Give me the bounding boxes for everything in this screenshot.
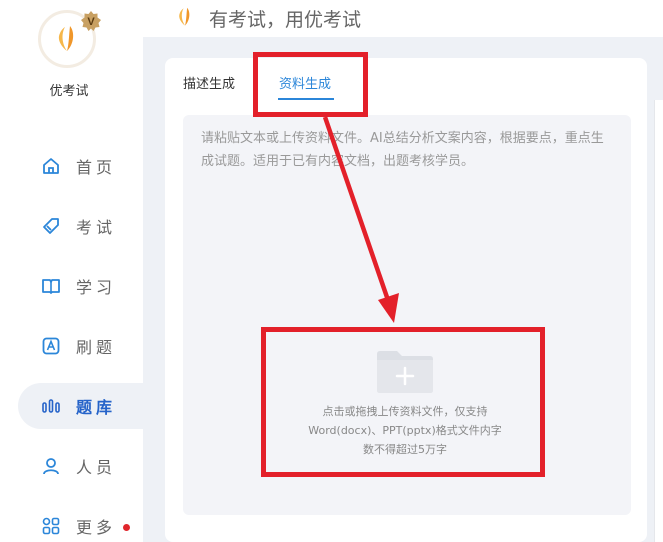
vip-badge-icon: V bbox=[80, 10, 102, 32]
notification-dot bbox=[123, 524, 130, 531]
grid-icon bbox=[40, 515, 62, 537]
sidebar-item-label: 考试 bbox=[76, 218, 117, 237]
annotation-box-upload bbox=[261, 327, 545, 477]
sidebar-item-label: 题库 bbox=[76, 398, 117, 417]
username: 优考试 bbox=[49, 84, 89, 99]
header-title: 有考试，用优考试 bbox=[209, 9, 362, 31]
sidebar: V 优考试 首页 考试 学习 刷题 题库 人员 更多 bbox=[0, 0, 143, 542]
home-icon bbox=[40, 155, 62, 177]
right-panel-edge bbox=[654, 100, 663, 542]
letter-a-icon bbox=[40, 335, 62, 357]
annotation-box-tab bbox=[253, 52, 368, 117]
sidebar-item-study[interactable]: 学习 bbox=[18, 263, 143, 309]
header: 有考试，用优考试 bbox=[143, 0, 663, 37]
svg-text:V: V bbox=[87, 16, 95, 28]
sidebar-item-label: 人员 bbox=[76, 458, 117, 477]
avatar[interactable]: V bbox=[38, 10, 101, 70]
tag-icon bbox=[40, 215, 62, 237]
book-icon bbox=[40, 275, 62, 297]
content-input-placeholder: 请粘贴文本或上传资料文件。AI总结分析文案内容，根据要点，重点生成试题。适用于已… bbox=[201, 131, 604, 169]
sidebar-item-home[interactable]: 首页 bbox=[18, 143, 143, 189]
sidebar-item-label: 刷题 bbox=[76, 338, 117, 357]
sidebar-item-label: 学习 bbox=[76, 278, 117, 297]
sidebar-item-more[interactable]: 更多 bbox=[18, 503, 143, 542]
person-icon bbox=[40, 455, 62, 477]
tab-describe[interactable]: 描述生成 bbox=[183, 73, 235, 92]
sidebar-item-label: 更多 bbox=[76, 518, 117, 537]
sidebar-item-practice[interactable]: 刷题 bbox=[18, 323, 143, 369]
brand-logo-icon bbox=[175, 6, 195, 32]
sidebar-item-question-bank[interactable]: 题库 bbox=[18, 383, 143, 429]
bar-chart-icon bbox=[40, 395, 62, 417]
sidebar-item-label: 首页 bbox=[76, 158, 117, 177]
sidebar-item-people[interactable]: 人员 bbox=[18, 443, 143, 489]
sidebar-item-exam[interactable]: 考试 bbox=[18, 203, 143, 249]
